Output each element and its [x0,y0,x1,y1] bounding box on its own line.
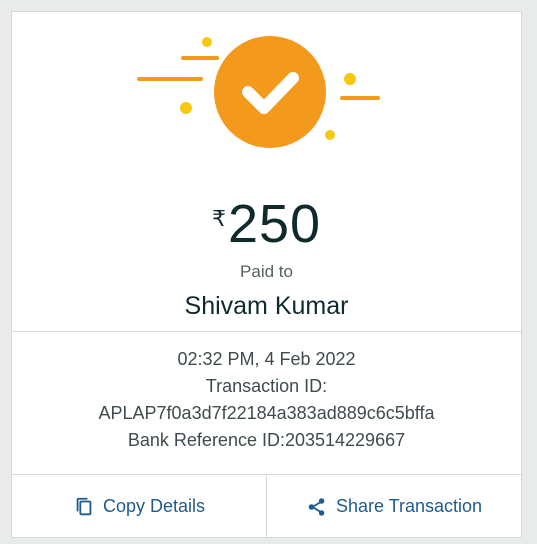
share-transaction-label: Share Transaction [335,496,483,516]
receipt-actions: Copy Details Share Transaction [12,474,521,538]
transaction-id-label: Transaction ID: [205,376,328,396]
success-graphic [137,36,380,148]
transaction-datetime: 02:32 PM, 4 Feb 2022 [177,349,356,369]
copy-details-button[interactable]: Copy Details [12,475,266,538]
divider [12,331,521,332]
share-transaction-button[interactable]: Share Transaction [266,475,521,538]
paid-to-label: Paid to [240,262,293,281]
transaction-id-value: APLAP7f0a3d7f22184a383ad889c6c5bffa [98,403,435,423]
transaction-details: 02:32 PM, 4 Feb 2022 Transaction ID: APL… [12,346,521,454]
payee-name: Shivam Kumar [184,292,349,320]
bank-reference-id: Bank Reference ID:203514229667 [127,430,406,450]
checkmark-circle-icon [214,36,326,148]
currency-symbol: ₹ [211,206,226,231]
copy-icon [76,497,92,515]
payment-amount: 250 [227,194,322,254]
share-icon [308,497,325,516]
receipt-header: ₹250 Paid to Shivam Kumar [12,12,521,332]
copy-details-label: Copy Details [102,496,206,516]
payment-receipt-card: ₹250 Paid to Shivam Kumar 02:32 PM, 4 Fe… [11,11,522,538]
amount-display: ₹250 [12,194,521,254]
